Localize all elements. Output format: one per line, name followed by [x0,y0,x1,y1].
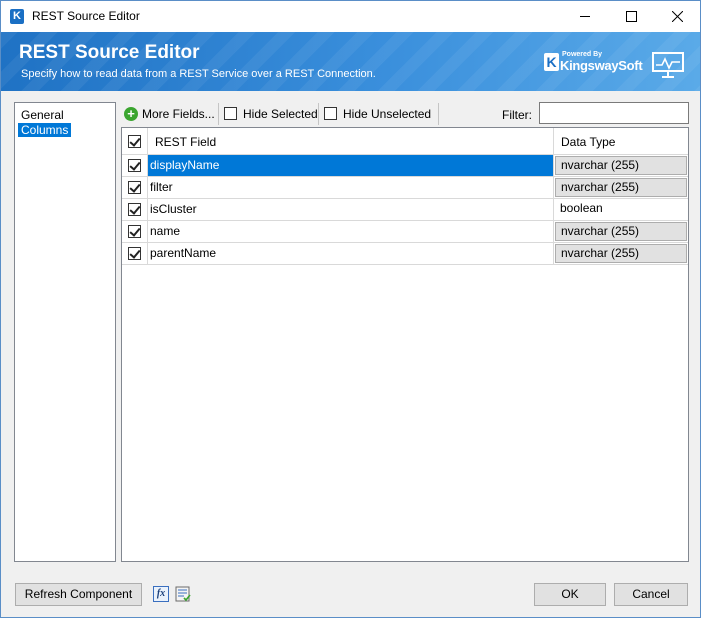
row-checkbox[interactable] [128,225,141,238]
maximize-button[interactable] [608,1,654,32]
banner-subtitle: Specify how to read data from a REST Ser… [21,68,376,80]
add-icon[interactable]: + [124,107,138,121]
rest-field-cell[interactable]: isCluster [148,199,553,220]
row-checkbox-cell [122,155,148,176]
row-checkbox-cell [122,177,148,198]
logo-letter: K [544,53,559,71]
logo-powered-by: Powered By [562,51,603,58]
column-divider [553,199,554,220]
column-divider [553,221,554,242]
toolbar-separator [438,103,439,125]
row-checkbox-cell [122,199,148,220]
hide-unselected-checkbox[interactable] [324,107,337,120]
column-divider [553,177,554,198]
row-checkbox[interactable] [128,159,141,172]
banner-title: REST Source Editor [19,42,200,63]
rest-field-cell[interactable]: name [148,221,553,242]
more-fields-button[interactable]: More Fields... [142,104,215,124]
row-checkbox-cell [122,221,148,242]
minimize-icon [579,16,590,17]
table-row[interactable]: isCluster boolean [122,199,688,221]
maximize-icon [625,11,637,22]
data-type-button[interactable]: nvarchar (255) [555,178,687,197]
table-row[interactable]: filter nvarchar (255) [122,177,688,199]
nav-item-columns[interactable]: Columns [18,123,72,137]
data-type-button[interactable]: nvarchar (255) [555,156,687,175]
cancel-button[interactable]: Cancel [614,583,688,606]
data-type-cell[interactable]: boolean [555,200,687,219]
hide-unselected-label[interactable]: Hide Unselected [343,104,431,124]
select-all-checkbox[interactable] [128,135,141,148]
header-data-type[interactable]: Data Type [561,135,615,149]
rest-field-cell[interactable]: parentName [148,243,553,264]
header-rest-field[interactable]: REST Field [155,135,216,149]
monitor-icon [652,52,684,78]
filter-label: Filter: [502,108,532,122]
kingsway-app-icon: K [10,9,24,24]
header-divider [553,128,554,155]
rest-field-cell[interactable]: filter [148,177,553,198]
hide-selected-label[interactable]: Hide Selected [243,104,318,124]
table-row[interactable]: parentName nvarchar (255) [122,243,688,265]
toolbar-separator [318,103,319,125]
row-checkbox[interactable] [128,181,141,194]
variables-list-icon[interactable] [175,586,191,602]
close-button[interactable] [654,1,700,32]
hide-selected-checkbox[interactable] [224,107,237,120]
kingswaysoft-logo: K Powered By KingswaySoft [544,50,643,76]
refresh-component-button[interactable]: Refresh Component [15,583,142,606]
left-nav-panel: General Columns [14,102,116,562]
table-row[interactable]: displayName nvarchar (255) [122,155,688,177]
ok-button[interactable]: OK [534,583,606,606]
header-checkbox-cell [122,128,148,155]
table-row[interactable]: name nvarchar (255) [122,221,688,243]
close-icon [671,10,683,23]
toolbar-separator [218,103,219,125]
title-bar: K REST Source Editor [1,1,700,32]
rest-field-cell[interactable]: displayName [148,155,553,176]
header-banner: REST Source Editor Specify how to read d… [1,32,700,91]
row-checkbox[interactable] [128,203,141,216]
column-divider [553,155,554,176]
nav-item-general[interactable]: General [18,108,67,122]
grid-header: REST Field Data Type [122,128,688,155]
columns-grid: REST Field Data Type displayName nvarcha… [121,127,689,562]
rest-source-editor-window: K REST Source Editor REST Source Editor … [0,0,701,618]
expression-fx-icon[interactable]: fx [153,586,169,602]
minimize-button[interactable] [562,1,608,32]
filter-input[interactable] [539,102,689,124]
window-title: REST Source Editor [32,9,140,23]
row-checkbox[interactable] [128,247,141,260]
row-checkbox-cell [122,243,148,264]
data-type-button[interactable]: nvarchar (255) [555,244,687,263]
data-type-button[interactable]: nvarchar (255) [555,222,687,241]
logo-name: KingswaySoft [560,58,643,73]
column-divider [553,243,554,264]
